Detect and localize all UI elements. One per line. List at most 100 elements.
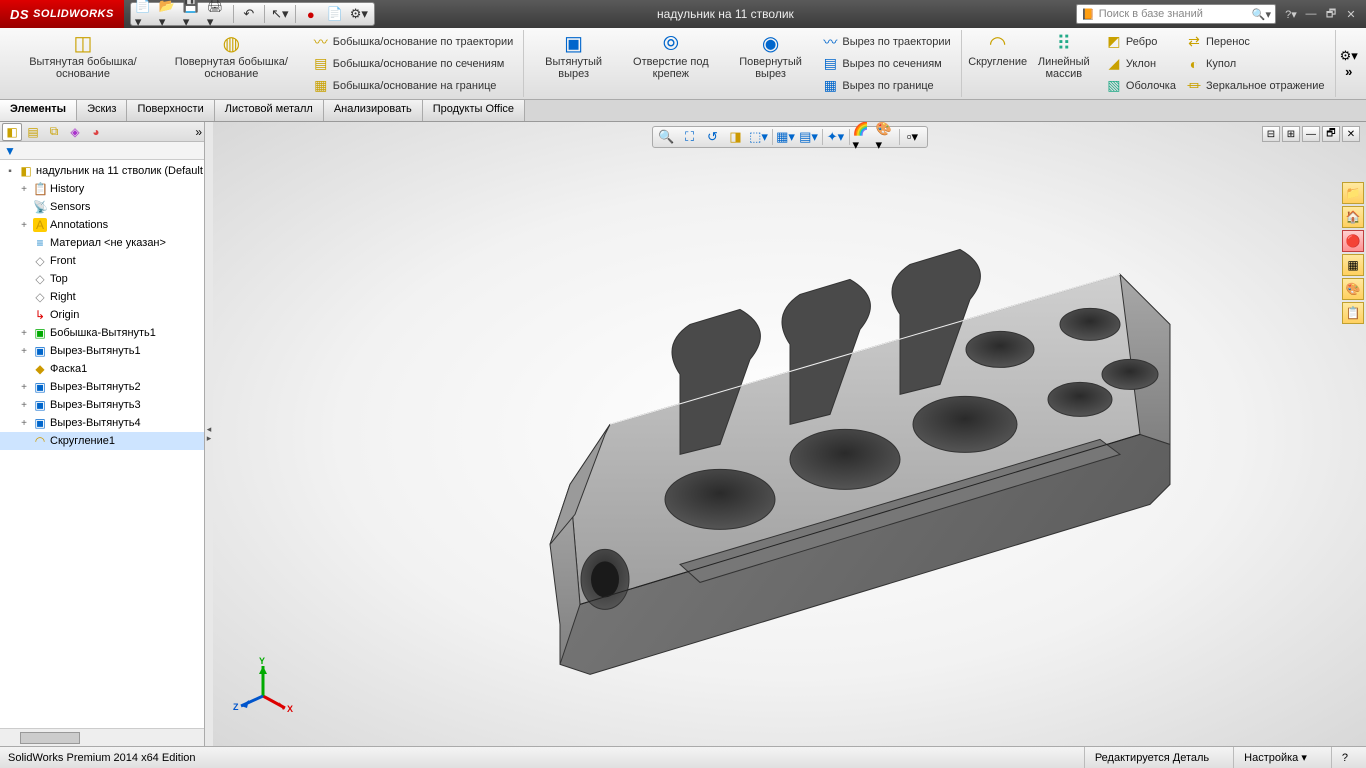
lofted-cut-button[interactable]: ▤Вырез по сечениям: [818, 54, 954, 74]
custom-props-tab-icon[interactable]: 📋: [1342, 302, 1364, 324]
fillet-button[interactable]: ◠Скругление: [968, 32, 1028, 71]
minimize-button[interactable]: —: [1302, 6, 1320, 22]
swept-cut-button[interactable]: 〰Вырез по траектории: [818, 32, 954, 52]
doc-close-button[interactable]: ✕: [1342, 126, 1360, 142]
scrollbar-thumb[interactable]: [20, 732, 80, 744]
expand-icon[interactable]: +: [18, 400, 30, 411]
tree-item[interactable]: ◇ Top: [0, 270, 204, 288]
tree-item[interactable]: + ▣ Вырез-Вытянуть1: [0, 342, 204, 360]
previous-view-icon[interactable]: ↺: [703, 128, 723, 146]
boundary-cut-button[interactable]: ▦Вырез по границе: [818, 76, 954, 96]
splitter[interactable]: ◂ ▸: [205, 122, 213, 746]
status-customize[interactable]: Настройка ▾: [1233, 747, 1317, 768]
tree-item[interactable]: ↳ Origin: [0, 306, 204, 324]
search-knowledge-base[interactable]: 📙 Поиск в базе знаний 🔍▾: [1076, 4, 1276, 24]
close-button[interactable]: ✕: [1342, 6, 1360, 22]
open-file-button[interactable]: 📂▾: [159, 4, 181, 24]
tree-item[interactable]: ◇ Right: [0, 288, 204, 306]
tree-item[interactable]: + ▣ Бобышка-Вытянуть1: [0, 324, 204, 342]
tab-surfaces[interactable]: Поверхности: [127, 100, 214, 121]
new-file-button[interactable]: 📄▾: [135, 4, 157, 24]
expand-icon[interactable]: +: [18, 328, 30, 339]
save-button[interactable]: 💾▾: [183, 4, 205, 24]
tree-item[interactable]: + 📋 History: [0, 180, 204, 198]
expand-icon[interactable]: +: [18, 184, 30, 195]
extruded-cut-button[interactable]: ▣Вытянутый вырез: [530, 32, 617, 83]
view-palette-tab-icon[interactable]: ▦: [1342, 254, 1364, 276]
shell-button[interactable]: ▧Оболочка: [1102, 76, 1180, 96]
tab-office[interactable]: Продукты Office: [423, 100, 525, 121]
design-library-tab-icon[interactable]: 🏠: [1342, 206, 1364, 228]
search-icon[interactable]: 🔍▾: [1252, 8, 1271, 21]
select-button[interactable]: ↖▾: [269, 4, 291, 24]
tree-item[interactable]: ◆ Фаска1: [0, 360, 204, 378]
appearances-tab-icon[interactable]: 🎨: [1342, 278, 1364, 300]
boundary-boss-button[interactable]: ▦Бобышка/основание на границе: [309, 76, 518, 96]
edit-appearance-icon[interactable]: ✦▾: [826, 128, 846, 146]
dimxpert-tab-icon[interactable]: ◈: [65, 123, 85, 141]
tab-sheetmetal[interactable]: Листовой металл: [215, 100, 324, 121]
ribbon-customize-icon[interactable]: ⚙▾: [1340, 48, 1358, 64]
splitter-expand-icon[interactable]: ▸: [207, 434, 212, 443]
tab-features[interactable]: Элементы: [0, 100, 77, 121]
graphics-viewport[interactable]: 🔍 ⛶ ↺ ◨ ⬚▾ ▦▾ ▤▾ ✦▾ 🌈▾ 🎨▾ ▫▾ ⊟ ⊞ — 🗗 ✕ 📁…: [213, 122, 1366, 746]
help-button[interactable]: ?▾: [1282, 6, 1300, 22]
view-orientation-icon[interactable]: ⬚▾: [749, 128, 769, 146]
expand-icon[interactable]: +: [18, 346, 30, 357]
revolved-cut-button[interactable]: ◉Повернутый вырез: [725, 32, 817, 83]
extruded-boss-button[interactable]: ◫ Вытянутая бобышка/основание: [10, 32, 156, 83]
print-button[interactable]: 🖨▾: [207, 4, 229, 24]
tree-item[interactable]: + A Annotations: [0, 216, 204, 234]
settings-button[interactable]: ⚙▾: [348, 4, 370, 24]
undo-button[interactable]: ↶: [238, 4, 260, 24]
filter-bar[interactable]: ▼: [0, 142, 204, 160]
display-manager-tab-icon[interactable]: ◕: [86, 123, 106, 141]
apply-scene-icon[interactable]: 🌈▾: [853, 128, 873, 146]
revolved-boss-button[interactable]: ◍ Повернутая бобышка/основание: [156, 32, 307, 83]
section-view-icon[interactable]: ◨: [726, 128, 746, 146]
orientation-triad[interactable]: X Y Z: [233, 656, 293, 716]
options-button[interactable]: 📄: [324, 4, 346, 24]
hole-wizard-button[interactable]: ⦾Отверстие под крепеж: [617, 32, 725, 83]
linear-pattern-button[interactable]: ⠿Линейный массив: [1028, 32, 1100, 83]
doc-minimize-button[interactable]: —: [1302, 126, 1320, 142]
wrap-button[interactable]: ⇄Перенос: [1182, 32, 1329, 52]
dome-button[interactable]: ◐Купол: [1182, 54, 1329, 74]
maximize-button[interactable]: 🗗: [1322, 6, 1340, 22]
view-settings-icon[interactable]: 🎨▾: [876, 128, 896, 146]
property-manager-tab-icon[interactable]: ▤: [23, 123, 43, 141]
lofted-boss-button[interactable]: ▤Бобышка/основание по сечениям: [309, 54, 518, 74]
doc-collapse-icon[interactable]: ⊟: [1262, 126, 1280, 142]
tab-analyze[interactable]: Анализировать: [324, 100, 423, 121]
tree-item[interactable]: 📡 Sensors: [0, 198, 204, 216]
display-style-icon[interactable]: ▦▾: [776, 128, 796, 146]
doc-restore-button[interactable]: 🗗: [1322, 126, 1340, 142]
expand-icon[interactable]: ▪: [4, 166, 16, 177]
tree-item[interactable]: ◇ Front: [0, 252, 204, 270]
tree-item[interactable]: ≡ Материал <не указан>: [0, 234, 204, 252]
tab-sketch[interactable]: Эскиз: [77, 100, 127, 121]
mirror-button[interactable]: ⏛Зеркальное отражение: [1182, 76, 1329, 96]
tree-root[interactable]: ▪ ◧ надульник на 11 стволик (Default: [0, 162, 204, 180]
resources-tab-icon[interactable]: 📁: [1342, 182, 1364, 204]
view-cube-icon[interactable]: ▫▾: [903, 128, 923, 146]
file-explorer-tab-icon[interactable]: 🔴: [1342, 230, 1364, 252]
doc-expand-icon[interactable]: ⊞: [1282, 126, 1300, 142]
swept-boss-button[interactable]: 〰Бобышка/основание по траектории: [309, 32, 518, 52]
panel-scrollbar[interactable]: [0, 728, 204, 746]
status-help-icon[interactable]: ?: [1331, 747, 1358, 768]
expand-icon[interactable]: +: [18, 220, 30, 231]
expand-icon[interactable]: +: [18, 382, 30, 393]
ribbon-expand-icon[interactable]: »: [1345, 64, 1352, 79]
tree-item[interactable]: + ▣ Вырез-Вытянуть3: [0, 396, 204, 414]
draft-button[interactable]: ◢Уклон: [1102, 54, 1180, 74]
rib-button[interactable]: ◩Ребро: [1102, 32, 1180, 52]
configuration-manager-tab-icon[interactable]: ⧉: [44, 123, 64, 141]
zoom-area-icon[interactable]: ⛶: [680, 128, 700, 146]
expand-icon[interactable]: +: [18, 418, 30, 429]
tree-item[interactable]: + ▣ Вырез-Вытянуть4: [0, 414, 204, 432]
zoom-fit-icon[interactable]: 🔍: [657, 128, 677, 146]
tree-item[interactable]: + ▣ Вырез-Вытянуть2: [0, 378, 204, 396]
feature-manager-tab-icon[interactable]: ◧: [2, 123, 22, 141]
hide-show-icon[interactable]: ▤▾: [799, 128, 819, 146]
